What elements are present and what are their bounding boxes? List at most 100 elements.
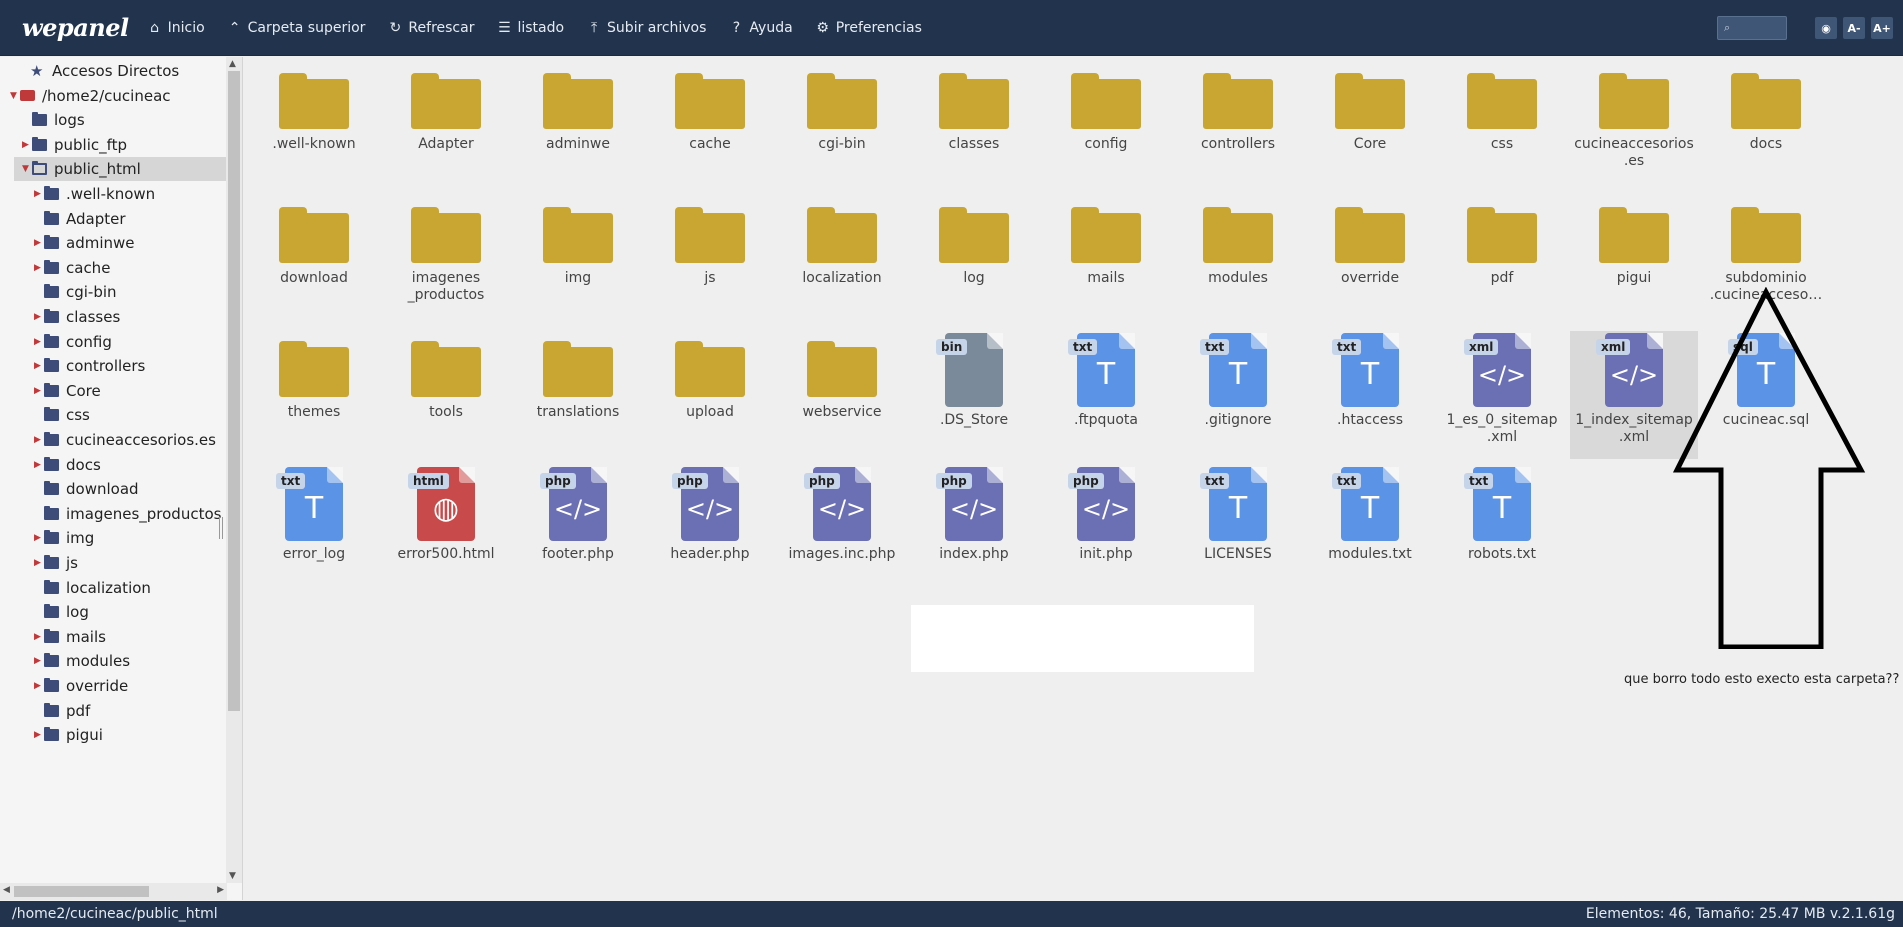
folder-item[interactable]: override: [1306, 197, 1434, 325]
folder-item[interactable]: imagenes _productos: [382, 197, 510, 325]
folder-item[interactable]: translations: [514, 331, 642, 459]
expand-arrow-icon[interactable]: ▶: [34, 337, 44, 347]
file-item[interactable]: Ttxt LICENSES: [1174, 465, 1302, 593]
folder-item[interactable]: .well-known: [250, 63, 378, 191]
folder-item[interactable]: Core: [1306, 63, 1434, 191]
file-item[interactable]: </> php images.inc.php: [778, 465, 906, 593]
tree-item-public-ftp[interactable]: ▶ public_ftp: [0, 133, 227, 157]
folder-item[interactable]: log: [910, 197, 1038, 325]
folder-item[interactable]: download: [250, 197, 378, 325]
tree-item-cgi-bin[interactable]: cgi-bin: [0, 280, 227, 304]
folder-item[interactable]: css: [1438, 63, 1566, 191]
file-item[interactable]: Ttxt modules.txt: [1306, 465, 1434, 593]
menu-refrescar[interactable]: ↻ Refrescar: [387, 20, 475, 36]
folder-item[interactable]: docs: [1702, 63, 1830, 191]
tree-item-log[interactable]: log: [0, 600, 227, 624]
app-logo[interactable]: wepanel: [22, 13, 129, 42]
expand-arrow-icon[interactable]: ▶: [34, 361, 44, 371]
folder-item[interactable]: adminwe: [514, 63, 642, 191]
menu-ayuda[interactable]: ? Ayuda: [728, 20, 793, 36]
file-item[interactable]: </> xml 1_es_0_sitemap .xml: [1438, 331, 1566, 459]
file-item[interactable]: Ttxt error_log: [250, 465, 378, 593]
tree-item-override[interactable]: ▶ override: [0, 674, 227, 698]
expand-arrow-icon[interactable]: ▶: [34, 189, 44, 199]
panel-resize-handle[interactable]: [219, 517, 223, 539]
tree-item-js[interactable]: ▶ js: [0, 551, 227, 575]
tree-horizontal-scrollbar[interactable]: ◀ ▶: [0, 883, 227, 900]
folder-item[interactable]: cucineaccesorios .es: [1570, 63, 1698, 191]
tree-horizontal-scroll-thumb[interactable]: [14, 886, 149, 897]
tree-item-modules[interactable]: ▶ modules: [0, 649, 227, 673]
folder-item[interactable]: classes: [910, 63, 1038, 191]
tree-item-localization[interactable]: localization: [0, 576, 227, 600]
folder-item[interactable]: cgi-bin: [778, 63, 906, 191]
expand-arrow-icon[interactable]: ▶: [34, 656, 44, 666]
tree-item-classes[interactable]: ▶ classes: [0, 305, 227, 329]
file-item[interactable]: </> php init.php: [1042, 465, 1170, 593]
tree-item-imagenes-productos[interactable]: imagenes_productos: [0, 502, 227, 526]
tree-item-cache[interactable]: ▶ cache: [0, 256, 227, 280]
tree-item-public-html[interactable]: ▼ public_html: [14, 157, 227, 182]
folder-item[interactable]: controllers: [1174, 63, 1302, 191]
tree-item-pdf[interactable]: pdf: [0, 699, 227, 723]
tree-item-well-known[interactable]: ▶ .well-known: [0, 182, 227, 206]
folder-item[interactable]: webservice: [778, 331, 906, 459]
file-item[interactable]: Ttxt .ftpquota: [1042, 331, 1170, 459]
file-item[interactable]: </> php header.php: [646, 465, 774, 593]
folder-item[interactable]: img: [514, 197, 642, 325]
expand-arrow-icon[interactable]: ▶: [34, 632, 44, 642]
expand-arrow-icon[interactable]: ▶: [34, 558, 44, 568]
folder-item[interactable]: tools: [382, 331, 510, 459]
menu-listado[interactable]: ☰ listado: [496, 20, 564, 36]
tree-vertical-scroll-thumb[interactable]: [228, 71, 240, 711]
folder-item[interactable]: modules: [1174, 197, 1302, 325]
expand-arrow-icon[interactable]: ▶: [34, 238, 44, 248]
tree-item-home2-cucineac[interactable]: ▼ /home2/cucineac: [0, 84, 227, 108]
folder-item[interactable]: upload: [646, 331, 774, 459]
tree-vertical-scrollbar[interactable]: ▲ ▼: [226, 57, 242, 883]
expand-arrow-icon[interactable]: ▶: [34, 312, 44, 322]
expand-arrow-icon[interactable]: ▶: [34, 681, 44, 691]
tree-item-adminwe[interactable]: ▶ adminwe: [0, 231, 227, 255]
file-item[interactable]: bin .DS_Store: [910, 331, 1038, 459]
view-toggle-button[interactable]: ◉: [1815, 17, 1837, 39]
expand-arrow-icon[interactable]: ▼: [22, 164, 32, 174]
expand-arrow-icon[interactable]: ▶: [34, 730, 44, 740]
scroll-up-icon[interactable]: ▲: [229, 59, 236, 69]
menu-carpeta-superior[interactable]: ⌃ Carpeta superior: [227, 20, 366, 36]
tree-item-docs[interactable]: ▶ docs: [0, 453, 227, 477]
expand-arrow-icon[interactable]: ▶: [22, 140, 32, 150]
file-item[interactable]: Ttxt robots.txt: [1438, 465, 1566, 593]
scroll-left-icon[interactable]: ◀: [3, 885, 10, 895]
expand-arrow-icon[interactable]: ▶: [34, 386, 44, 396]
file-item[interactable]: Ttxt .htaccess: [1306, 331, 1434, 459]
folder-item[interactable]: themes: [250, 331, 378, 459]
font-increase-button[interactable]: A+: [1871, 17, 1893, 39]
expand-arrow-icon[interactable]: ▼: [10, 91, 20, 101]
scroll-down-icon[interactable]: ▼: [229, 871, 236, 881]
folder-item[interactable]: config: [1042, 63, 1170, 191]
file-item[interactable]: </> php index.php: [910, 465, 1038, 593]
menu-subir-archivos[interactable]: ⤒ Subir archivos: [586, 20, 706, 36]
menu-preferencias[interactable]: ⚙ Preferencias: [815, 20, 921, 36]
expand-arrow-icon[interactable]: ▶: [34, 460, 44, 470]
tree-item-pigui[interactable]: ▶ pigui: [0, 723, 227, 747]
folder-item[interactable]: mails: [1042, 197, 1170, 325]
scroll-right-icon[interactable]: ▶: [217, 885, 224, 895]
expand-arrow-icon[interactable]: ▶: [34, 533, 44, 543]
tree-item-mails[interactable]: ▶ mails: [0, 625, 227, 649]
tree-item-adapter[interactable]: Adapter: [0, 207, 227, 231]
folder-item[interactable]: localization: [778, 197, 906, 325]
search-input[interactable]: [1733, 22, 1782, 34]
folder-item[interactable]: js: [646, 197, 774, 325]
tree-item-img[interactable]: ▶ img: [0, 526, 227, 550]
file-item[interactable]: ◍ html error500.html: [382, 465, 510, 593]
tree-item-core[interactable]: ▶ Core: [0, 379, 227, 403]
tree-item-config[interactable]: ▶ config: [0, 330, 227, 354]
tree-item-controllers[interactable]: ▶ controllers: [0, 354, 227, 378]
tree-item-download[interactable]: download: [0, 477, 227, 501]
search-box[interactable]: ⌕: [1717, 16, 1787, 40]
tree-item-accesos-directos[interactable]: ★ Accesos Directos: [0, 59, 227, 83]
menu-inicio[interactable]: ⌂ Inicio: [147, 20, 205, 36]
folder-item[interactable]: cache: [646, 63, 774, 191]
